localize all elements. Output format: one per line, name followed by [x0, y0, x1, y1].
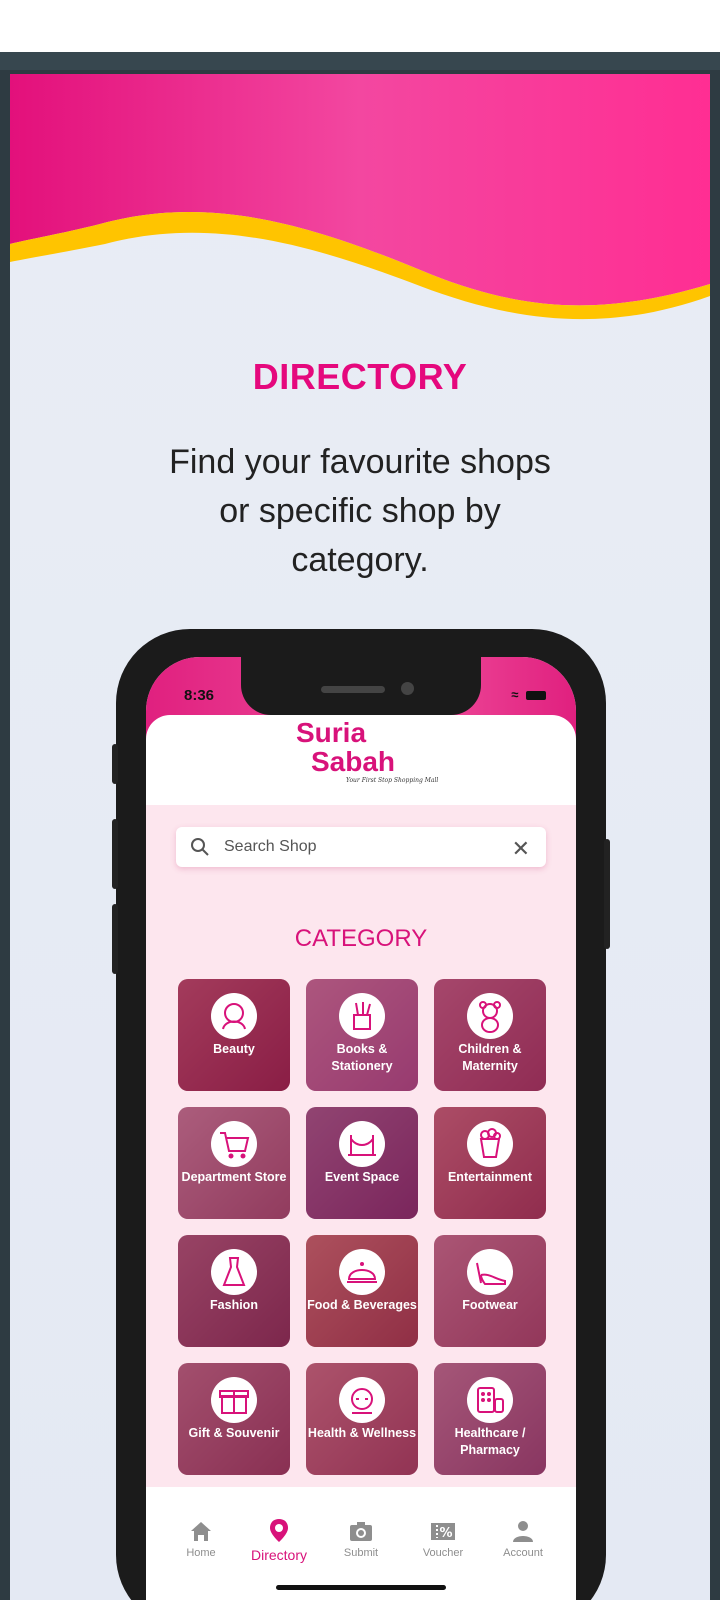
category-label: Food & Beverages [307, 1298, 417, 1312]
gift-icon [211, 1377, 257, 1423]
category-tile-department-store[interactable]: Department Store [178, 1107, 290, 1219]
logo-line1: Suria [296, 717, 367, 748]
logo-tagline: Your First Stop Shopping Mall [346, 777, 439, 784]
promo-subtitle: Find your favourite shops or specific sh… [169, 443, 551, 579]
search-bar[interactable]: Search Shop ✕ [176, 827, 546, 867]
category-tile-gift[interactable]: Gift & Souvenir [178, 1363, 290, 1475]
category-label: Gift & Souvenir [188, 1426, 280, 1440]
status-time: 8:36 [184, 687, 215, 704]
home-icon [191, 1522, 211, 1541]
location-pin-icon [270, 1519, 288, 1542]
camera-icon [350, 1522, 372, 1541]
pencil-cup-icon [339, 993, 385, 1039]
nav-label: Home [186, 1547, 216, 1559]
spa-face-icon [339, 1377, 385, 1423]
nav-label: Account [503, 1547, 543, 1559]
category-tile-footwear[interactable]: Footwear [434, 1235, 546, 1347]
nav-home[interactable]: Home [166, 1517, 236, 1559]
promo-card: DIRECTORY Find your favourite shops or s… [10, 74, 710, 1600]
category-tile-books[interactable]: Books & Stationery [306, 979, 418, 1091]
side-button [604, 839, 610, 949]
category-title: CATEGORY [294, 925, 428, 952]
teddy-bear-icon [467, 993, 513, 1039]
category-label: Beauty [213, 1042, 255, 1056]
wifi-icon: ≈ [511, 687, 519, 702]
category-tile-health-wellness[interactable]: Health & Wellness [306, 1363, 418, 1475]
side-button [112, 744, 118, 784]
side-button [112, 904, 118, 974]
category-label: Department Store [181, 1170, 287, 1184]
svg-text:%: % [439, 1526, 452, 1541]
pills-icon [467, 1377, 513, 1423]
category-tile-healthcare[interactable]: Healthcare / Pharmacy [434, 1363, 546, 1475]
shopping-cart-icon [211, 1121, 257, 1167]
promo-headline: DIRECTORY [252, 356, 468, 397]
category-label: Children & Maternity [458, 1042, 522, 1073]
category-tile-fashion[interactable]: Fashion [178, 1235, 290, 1347]
cloche-icon [339, 1249, 385, 1295]
nav-submit[interactable]: Submit [326, 1517, 396, 1559]
battery-icon [526, 691, 546, 701]
search-icon [191, 838, 209, 856]
category-label: Event Space [324, 1170, 400, 1184]
category-label: Footwear [462, 1298, 518, 1312]
search-input[interactable]: Search Shop [224, 838, 317, 856]
side-button [112, 819, 118, 889]
category-tile-children[interactable]: Children & Maternity [434, 979, 546, 1091]
category-tile-beauty[interactable]: Beauty [178, 979, 290, 1091]
popcorn-icon [467, 1121, 513, 1167]
top-strip [0, 52, 720, 70]
stage-rope-icon [339, 1121, 385, 1167]
phone-screen: 8:36 ≈ Suria Sabah Your First Stop Shopp… [146, 657, 576, 1600]
category-label: Fashion [210, 1298, 258, 1312]
nav-directory[interactable]: Directory [244, 1517, 314, 1563]
nav-label: Directory [250, 1547, 307, 1563]
high-heel-icon [467, 1249, 513, 1295]
category-tile-food[interactable]: Food & Beverages [306, 1235, 418, 1347]
nav-account[interactable]: Account [488, 1517, 558, 1559]
nav-label: Submit [343, 1547, 379, 1559]
status-icons: ≈ [511, 687, 546, 702]
voucher-icon: % [431, 1523, 455, 1541]
category-label: Health & Wellness [307, 1426, 417, 1440]
nav-voucher[interactable]: % Voucher [408, 1517, 478, 1559]
speaker [321, 686, 385, 693]
logo-line2: Sabah [311, 746, 396, 777]
dress-icon [211, 1249, 257, 1295]
user-icon [513, 1521, 533, 1542]
category-tile-event-space[interactable]: Event Space [306, 1107, 418, 1219]
close-icon[interactable]: ✕ [512, 836, 530, 862]
camera-dot [401, 682, 414, 695]
bottom-nav: Home Directory Submit % Voucher Account [146, 1487, 576, 1600]
category-tile-entertainment[interactable]: Entertainment [434, 1107, 546, 1219]
phone-notch [241, 657, 481, 715]
category-label: Books & Stationery [331, 1042, 393, 1073]
phone-mockup: 8:36 ≈ Suria Sabah Your First Stop Shopp… [112, 629, 610, 1600]
nav-label: Voucher [422, 1547, 464, 1559]
wave-header [10, 74, 710, 320]
home-indicator [276, 1585, 446, 1590]
category-label: Entertainment [447, 1170, 533, 1184]
category-label: Healthcare / Pharmacy [454, 1426, 526, 1457]
woman-face-icon [211, 993, 257, 1039]
